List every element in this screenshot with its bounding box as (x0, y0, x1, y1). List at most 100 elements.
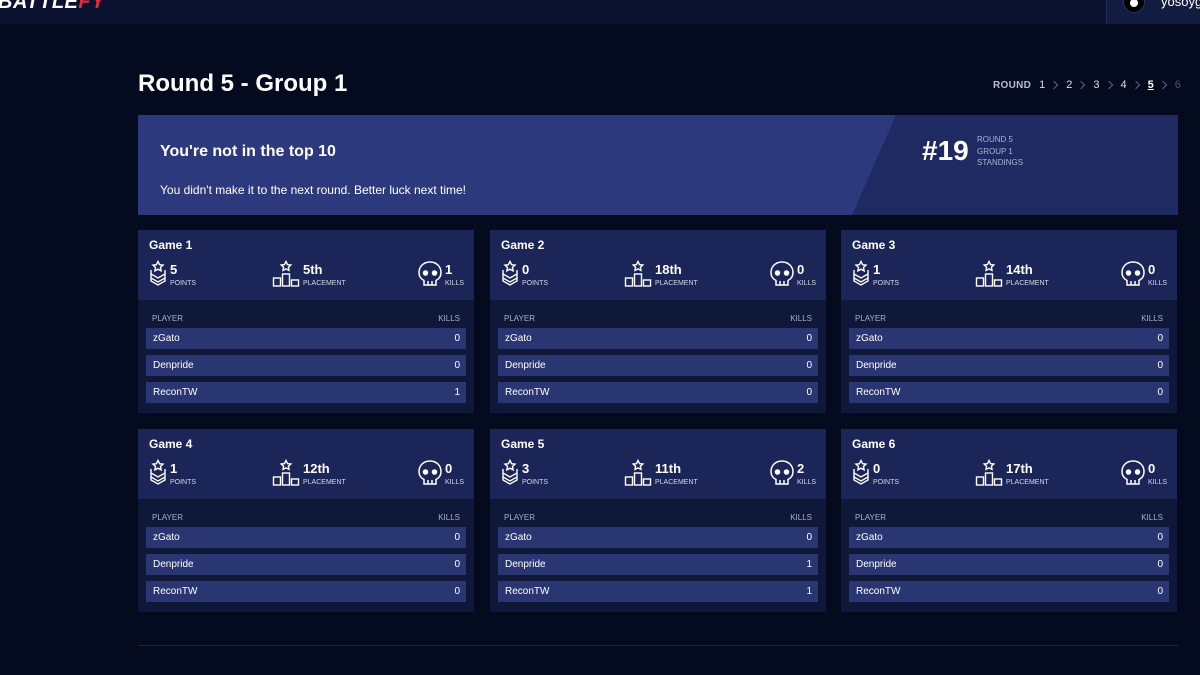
points-value: 0 (522, 262, 530, 277)
player-table-header: PLAYER KILLS (855, 513, 1163, 522)
game-title: Game 5 (501, 437, 545, 451)
player-kills: 1 (806, 586, 812, 597)
kills-label: KILLS (445, 479, 465, 486)
game-card: Game 5 3 POINTS 11th PLACEMENT 2 KILLS P… (490, 429, 826, 612)
player-name[interactable]: zGato (505, 333, 532, 344)
avatar[interactable] (1123, 0, 1145, 13)
placement-label: PLACEMENT (655, 280, 698, 287)
round-link-1[interactable]: 1 (1039, 79, 1045, 91)
player-name[interactable]: zGato (505, 532, 532, 543)
standing-meta: ROUND 5 GROUP 1 STANDINGS (977, 134, 1023, 169)
player-column-header: PLAYER (504, 314, 535, 323)
player-column-header: PLAYER (152, 513, 183, 522)
player-name[interactable]: zGato (153, 333, 180, 344)
player-row: zGato 0 (849, 527, 1169, 548)
player-name[interactable]: ReconTW (505, 586, 549, 597)
game-card: Game 4 1 POINTS 12th PLACEMENT 0 KILLS P… (138, 429, 474, 612)
kills-column-header: KILLS (790, 513, 812, 522)
player-kills: 0 (454, 532, 460, 543)
standing-rank: #19 (922, 135, 969, 166)
game-card: Game 1 5 POINTS 5th PLACEMENT 1 KILLS PL… (138, 230, 474, 413)
player-column-header: PLAYER (855, 513, 886, 522)
player-kills: 0 (1157, 586, 1163, 597)
player-name[interactable]: zGato (153, 532, 180, 543)
chevron-right-icon (1158, 80, 1168, 90)
game-title: Game 1 (149, 238, 193, 252)
game-card-header: Game 6 0 POINTS 17th PLACEMENT 0 KILLS (841, 429, 1177, 499)
player-name[interactable]: ReconTW (856, 387, 900, 398)
placement-value: 17th (1006, 461, 1033, 476)
chevron-right-icon (1077, 80, 1086, 90)
points-label: POINTS (170, 280, 197, 287)
player-name[interactable]: Denpride (856, 559, 897, 570)
player-table-header: PLAYER KILLS (504, 513, 812, 522)
player-row: ReconTW 0 (146, 581, 466, 602)
player-row: zGato 0 (146, 328, 466, 349)
player-row: Denpride 1 (498, 554, 818, 575)
kills-column-header: KILLS (790, 314, 812, 323)
game-card: Game 2 0 POINTS 18th PLACEMENT 0 KILLS P… (490, 230, 826, 413)
divider (138, 645, 1178, 646)
player-name[interactable]: ReconTW (505, 387, 549, 398)
player-kills: 0 (1157, 360, 1163, 371)
round-link-2[interactable]: 2 (1066, 79, 1072, 91)
logo-text: BATTLE (0, 0, 79, 13)
player-column-header: PLAYER (504, 513, 535, 522)
kills-column-header: KILLS (1141, 314, 1163, 323)
banner-title: You're not in the top 10 (160, 143, 336, 160)
player-kills: 0 (1157, 333, 1163, 344)
round-link-5[interactable]: 5 (1148, 79, 1154, 91)
battlefy-logo[interactable]: BATTLEFY (0, 0, 105, 14)
round-link-3[interactable]: 3 (1093, 79, 1099, 91)
player-kills: 1 (806, 559, 812, 570)
points-label: POINTS (170, 479, 197, 486)
placement-value: 14th (1006, 262, 1033, 277)
chevron-right-icon (1104, 80, 1113, 90)
player-name[interactable]: Denpride (153, 559, 194, 570)
game-title: Game 6 (852, 437, 896, 451)
player-kills: 0 (1157, 532, 1163, 543)
player-row: ReconTW 1 (146, 382, 466, 403)
player-name[interactable]: Denpride (505, 559, 546, 570)
player-kills: 0 (454, 360, 460, 371)
round-link-4[interactable]: 4 (1121, 79, 1127, 91)
user-menu[interactable]: yosoyga (1106, 0, 1200, 24)
player-name[interactable]: zGato (856, 333, 883, 344)
player-name[interactable]: Denpride (505, 360, 546, 371)
player-row: ReconTW 0 (498, 382, 818, 403)
points-value: 5 (170, 262, 178, 277)
player-kills: 0 (454, 333, 460, 344)
player-table-header: PLAYER KILLS (152, 314, 460, 323)
player-name[interactable]: ReconTW (153, 586, 197, 597)
round-link-6: 6 (1174, 79, 1181, 91)
points-label: POINTS (873, 479, 900, 486)
player-name[interactable]: zGato (856, 532, 883, 543)
player-row: Denpride 0 (849, 554, 1169, 575)
points-value: 3 (522, 461, 530, 476)
placement-value: 12th (303, 461, 330, 476)
points-label: POINTS (522, 479, 549, 486)
kills-value: 1 (445, 262, 453, 277)
points-value: 1 (873, 262, 881, 277)
player-name[interactable]: ReconTW (856, 586, 900, 597)
player-row: ReconTW 1 (498, 581, 818, 602)
player-kills: 0 (806, 532, 812, 543)
player-kills: 0 (454, 586, 460, 597)
kills-label: KILLS (797, 479, 817, 486)
kills-column-header: KILLS (438, 314, 460, 323)
player-name[interactable]: Denpride (856, 360, 897, 371)
points-value: 1 (170, 461, 178, 476)
player-row: zGato 0 (849, 328, 1169, 349)
kills-value: 0 (1148, 461, 1156, 476)
player-name[interactable]: ReconTW (153, 387, 197, 398)
player-table-header: PLAYER KILLS (855, 314, 1163, 323)
game-card-header: Game 1 5 POINTS 5th PLACEMENT 1 KILLS (138, 230, 474, 300)
kills-column-header: KILLS (1141, 513, 1163, 522)
top-bar: BATTLEFY yosoyga (0, 0, 1200, 24)
player-name[interactable]: Denpride (153, 360, 194, 371)
player-row: Denpride 0 (146, 554, 466, 575)
points-value: 0 (873, 461, 881, 476)
placement-label: PLACEMENT (1006, 479, 1049, 486)
player-kills: 0 (1157, 559, 1163, 570)
kills-value: 0 (445, 461, 453, 476)
